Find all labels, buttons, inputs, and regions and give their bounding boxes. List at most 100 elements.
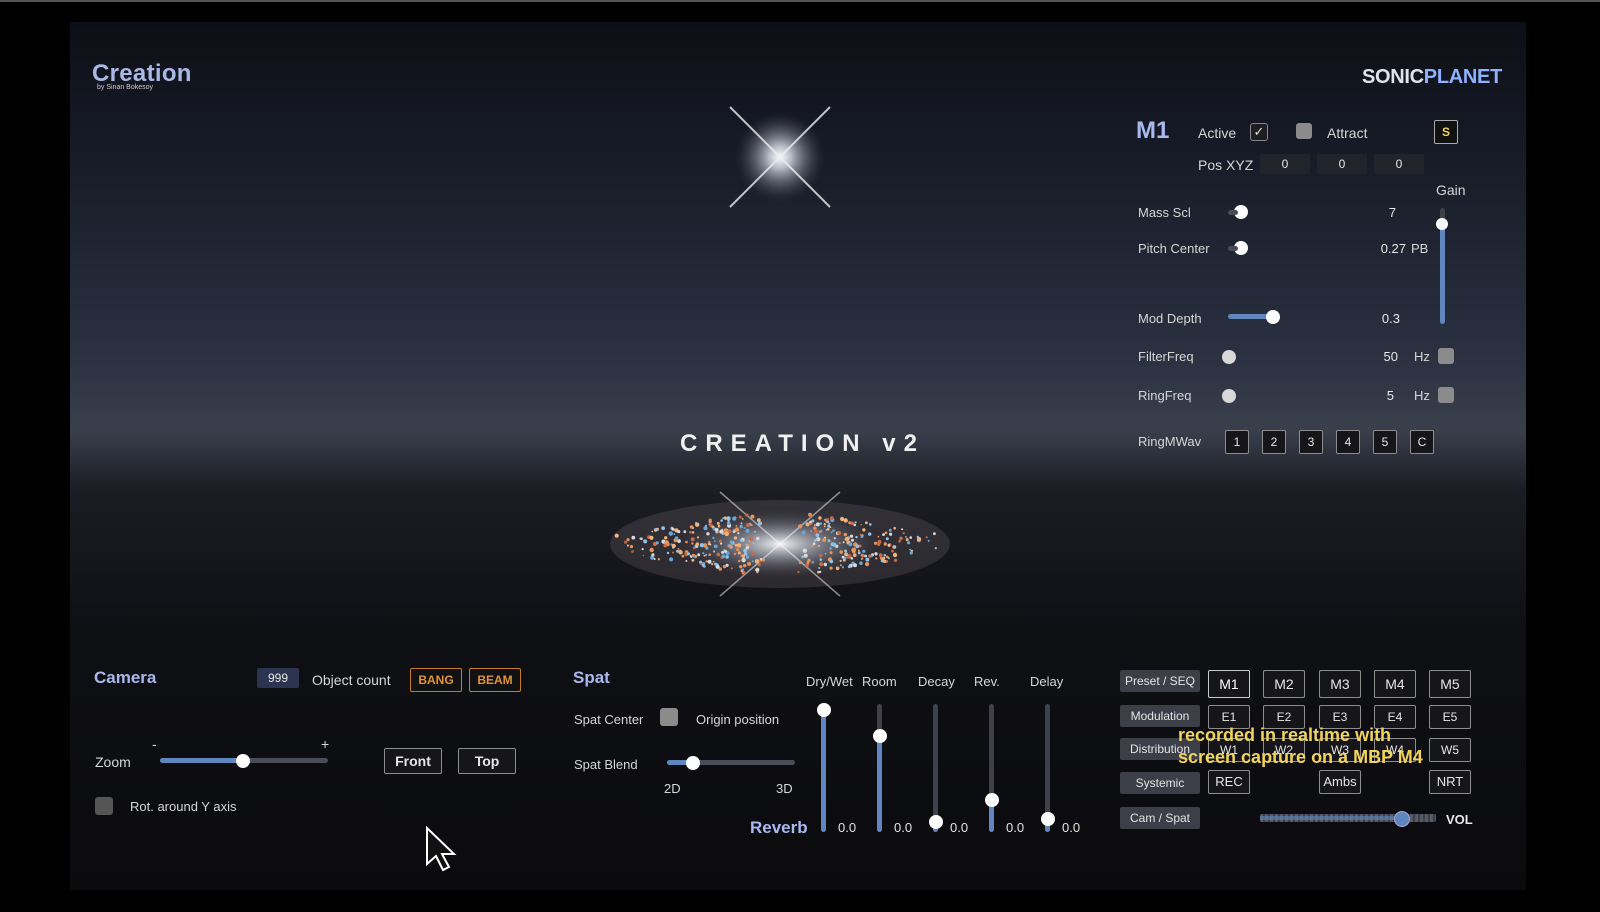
rot-y-checkbox[interactable] bbox=[95, 797, 113, 815]
bang-button[interactable]: BANG bbox=[410, 668, 462, 692]
sonic-planet-logo: SONICPLANET bbox=[1362, 66, 1502, 89]
particle-dot bbox=[685, 560, 688, 562]
particle-dot bbox=[829, 551, 833, 555]
particle-dot bbox=[844, 549, 848, 553]
ringfreq-toggle[interactable] bbox=[1438, 387, 1454, 403]
reverb-fader-decay: Decay 0.0 bbox=[918, 668, 984, 868]
active-label: Active bbox=[1198, 125, 1237, 141]
particle-dot bbox=[651, 553, 655, 557]
particle-dot bbox=[859, 561, 863, 565]
particle-dot bbox=[818, 545, 820, 547]
param-value[interactable]: 0.3 bbox=[1336, 311, 1400, 326]
vol-slider[interactable] bbox=[1260, 811, 1436, 827]
particle-dot bbox=[720, 542, 723, 545]
particle-dot bbox=[841, 566, 844, 569]
particle-dot bbox=[614, 533, 619, 538]
nrt-button[interactable]: NRT bbox=[1429, 770, 1471, 794]
wave-w5-button[interactable]: W5 bbox=[1429, 738, 1471, 762]
mass-m2-button[interactable]: M2 bbox=[1263, 670, 1305, 698]
front-view-button[interactable]: Front bbox=[384, 748, 442, 774]
param-value[interactable]: 50 bbox=[1336, 349, 1398, 364]
particle-dot bbox=[878, 553, 883, 558]
reverb-fader-label: Dry/Wet bbox=[806, 674, 853, 689]
ambs-button[interactable]: Ambs bbox=[1319, 770, 1361, 794]
mod-depth-slider[interactable] bbox=[1228, 310, 1280, 324]
ringfreq-slider[interactable] bbox=[1222, 389, 1236, 403]
spat-center-checkbox[interactable] bbox=[660, 708, 678, 726]
particle-dot bbox=[692, 555, 696, 558]
ringmwav-button-c[interactable]: C bbox=[1410, 430, 1434, 454]
object-count-field[interactable]: 999 bbox=[257, 668, 299, 688]
particle-dot bbox=[668, 531, 673, 536]
particle-dot bbox=[727, 521, 731, 525]
rec-button[interactable]: REC bbox=[1208, 770, 1250, 794]
ringmwav-button-1[interactable]: 1 bbox=[1225, 430, 1249, 454]
nav-preset-seq-button[interactable]: Preset / SEQ bbox=[1120, 670, 1200, 692]
ringmwav-button-5[interactable]: 5 bbox=[1373, 430, 1397, 454]
reverb-fader-slider[interactable] bbox=[873, 704, 887, 832]
particle-dot bbox=[829, 559, 834, 564]
reverb-fader-value[interactable]: 0.0 bbox=[1006, 820, 1024, 835]
spat-blend-slider[interactable] bbox=[667, 756, 795, 770]
ringmwav-button-3[interactable]: 3 bbox=[1299, 430, 1323, 454]
beam-button[interactable]: BEAM bbox=[469, 668, 521, 692]
reverb-fader-slider[interactable] bbox=[1041, 704, 1055, 832]
particle-dot bbox=[860, 558, 863, 560]
particle-dot bbox=[690, 537, 695, 542]
attract-checkbox[interactable] bbox=[1296, 123, 1312, 139]
mass-m1-button[interactable]: M1 bbox=[1208, 670, 1250, 698]
top-view-button[interactable]: Top bbox=[458, 748, 516, 774]
reverb-fader-value[interactable]: 0.0 bbox=[894, 820, 912, 835]
reverb-fader-value[interactable]: 0.0 bbox=[838, 820, 856, 835]
particle-dot bbox=[677, 548, 680, 550]
pos-x-field[interactable]: 0 bbox=[1260, 154, 1310, 174]
particle-dot bbox=[750, 514, 755, 519]
nav-cam-spat-button[interactable]: Cam / Spat bbox=[1120, 807, 1200, 829]
pitch-center-slider[interactable] bbox=[1228, 241, 1250, 255]
particle-dot bbox=[754, 559, 760, 564]
mass-m5-button[interactable]: M5 bbox=[1429, 670, 1471, 698]
param-value[interactable]: 0.27 bbox=[1336, 241, 1406, 256]
filterfreq-toggle[interactable] bbox=[1438, 348, 1454, 364]
ringmwav-button-4[interactable]: 4 bbox=[1336, 430, 1360, 454]
particle-dot bbox=[860, 523, 862, 526]
particle-dot bbox=[702, 552, 705, 555]
filterfreq-slider[interactable] bbox=[1222, 350, 1236, 364]
env-e5-button[interactable]: E5 bbox=[1429, 705, 1471, 729]
particle-dot bbox=[696, 536, 700, 539]
reverb-fader-slider[interactable] bbox=[817, 703, 831, 832]
particle-dot bbox=[757, 563, 761, 567]
particle-dot bbox=[818, 516, 822, 520]
nav-systemic-button[interactable]: Systemic bbox=[1120, 772, 1200, 794]
param-value[interactable]: 7 bbox=[1336, 205, 1396, 220]
param-value[interactable]: 5 bbox=[1336, 388, 1394, 403]
particle-dot bbox=[844, 537, 849, 541]
solo-button[interactable]: S bbox=[1434, 120, 1458, 144]
particle-dot bbox=[883, 542, 887, 546]
particle-dot bbox=[893, 526, 896, 530]
mass-m3-button[interactable]: M3 bbox=[1319, 670, 1361, 698]
mass-m4-button[interactable]: M4 bbox=[1374, 670, 1416, 698]
particle-dot bbox=[869, 523, 872, 526]
active-checkbox[interactable]: ✓ bbox=[1250, 123, 1268, 141]
reverb-fader-value[interactable]: 0.0 bbox=[950, 820, 968, 835]
particle-dot bbox=[853, 563, 857, 568]
reverb-fader-value[interactable]: 0.0 bbox=[1062, 820, 1080, 835]
particle-dot bbox=[712, 560, 715, 563]
zoom-slider[interactable] bbox=[160, 754, 328, 768]
param-unit: PB bbox=[1411, 241, 1429, 256]
particle-dot bbox=[882, 533, 885, 536]
particle-dot bbox=[832, 529, 835, 532]
mass-scl-slider[interactable] bbox=[1228, 205, 1250, 219]
pos-y-field[interactable]: 0 bbox=[1317, 154, 1367, 174]
particle-dot bbox=[752, 542, 755, 545]
particle-dot bbox=[743, 564, 747, 568]
pos-z-field[interactable]: 0 bbox=[1374, 154, 1424, 174]
particle-dot bbox=[934, 547, 937, 550]
particle-dot bbox=[826, 527, 830, 531]
reverb-fader-slider[interactable] bbox=[929, 704, 943, 832]
particle-galaxy[interactable] bbox=[600, 472, 960, 632]
reverb-fader-slider[interactable] bbox=[985, 704, 999, 832]
gain-slider[interactable] bbox=[1436, 208, 1448, 324]
ringmwav-button-2[interactable]: 2 bbox=[1262, 430, 1286, 454]
